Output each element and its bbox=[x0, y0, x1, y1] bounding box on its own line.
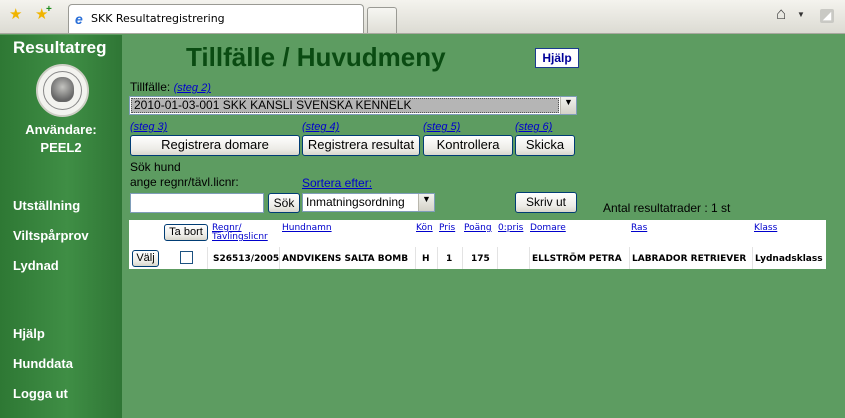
search-button[interactable]: Sök bbox=[268, 193, 300, 213]
cell-breed: LABRADOR RETRIEVER bbox=[632, 254, 747, 264]
chevron-down-icon[interactable]: ▼ bbox=[560, 97, 576, 114]
occasion-label-row: Tillfälle: (steg 2) bbox=[130, 80, 211, 94]
sort-select[interactable]: Inmatningsordning ▼ bbox=[302, 193, 435, 212]
page-title: Tillfälle / Huvudmeny bbox=[186, 42, 446, 72]
step5-link[interactable]: (steg 5) bbox=[423, 121, 460, 133]
browser-tab-active[interactable]: e SKK Resultatregistrering bbox=[68, 4, 364, 33]
register-result-button[interactable]: Registrera resultat bbox=[302, 135, 420, 156]
occasion-select[interactable]: 2010-01-03-001 SKK KANSLI SVENSKA KENNEL… bbox=[129, 96, 577, 115]
step4-link[interactable]: (steg 4) bbox=[302, 121, 339, 133]
chevron-down-icon[interactable]: ▼ bbox=[418, 194, 434, 211]
help-button[interactable]: Hjälp bbox=[535, 48, 579, 68]
cell-regnr: S26513/2005 bbox=[213, 254, 280, 264]
sidebar-item-lydnad[interactable]: Lydnad bbox=[13, 258, 59, 273]
search-input[interactable] bbox=[130, 193, 264, 213]
search-label-2: ange regnr/tävl.licnr: bbox=[130, 175, 239, 189]
user-name: PEEL2 bbox=[40, 140, 82, 155]
step6-link[interactable]: (steg 6) bbox=[515, 121, 552, 133]
result-count: Antal resultatrader : 1 st bbox=[603, 201, 731, 215]
browser-tab-title: SKK Resultatregistrering bbox=[91, 12, 225, 25]
occasion-label: Tillfälle: bbox=[130, 80, 171, 94]
cell-name: ANDVIKENS SALTA BOMB bbox=[282, 254, 409, 264]
header-name[interactable]: Hundnamn bbox=[282, 224, 332, 233]
ie-logo-icon: e bbox=[75, 11, 83, 27]
cell-sex: H bbox=[422, 254, 430, 264]
add-plus-icon: + bbox=[46, 4, 52, 15]
sidebar-title: Resultatreg bbox=[13, 38, 107, 57]
header-points[interactable]: Poäng bbox=[464, 224, 492, 233]
browser-toolbar: ★ ★ + e SKK Resultatregistrering ⌂ ▼ ◢ bbox=[0, 0, 845, 34]
new-tab-button[interactable] bbox=[367, 7, 397, 33]
header-breed[interactable]: Ras bbox=[631, 224, 647, 233]
check-button[interactable]: Kontrollera bbox=[423, 135, 513, 156]
skk-logo-icon bbox=[36, 64, 89, 117]
home-dropdown-icon[interactable]: ▼ bbox=[797, 10, 805, 19]
cell-prize: 1 bbox=[446, 254, 453, 264]
sort-by-link[interactable]: Sortera efter: bbox=[302, 176, 372, 190]
register-judge-button[interactable]: Registrera domare bbox=[130, 135, 300, 156]
results-table-header: Ta bort Regnr/ Tävlingslicnr Hundnamn Kö… bbox=[129, 220, 826, 247]
header-sex[interactable]: Kön bbox=[416, 224, 433, 233]
send-button[interactable]: Skicka bbox=[515, 135, 575, 156]
favorites-star-icon[interactable]: ★ bbox=[9, 7, 22, 22]
header-class[interactable]: Klass bbox=[754, 224, 777, 233]
cell-points: 175 bbox=[471, 254, 490, 264]
print-button[interactable]: Skriv ut bbox=[515, 192, 577, 213]
header-regnr[interactable]: Regnr/ Tävlingslicnr bbox=[212, 224, 268, 242]
user-label: Användare: bbox=[25, 122, 97, 137]
delete-button[interactable]: Ta bort bbox=[164, 224, 208, 241]
header-zero-prize[interactable]: 0:pris bbox=[498, 224, 523, 233]
sidebar-item-utstallning[interactable]: Utställning bbox=[13, 198, 80, 213]
occasion-selected-value: 2010-01-03-001 SKK KANSLI SVENSKA KENNEL… bbox=[131, 98, 559, 113]
search-label-1: Sök hund bbox=[130, 160, 181, 174]
feeds-icon[interactable]: ◢ bbox=[820, 9, 834, 23]
row-delete-checkbox[interactable] bbox=[180, 251, 193, 264]
sidebar-item-viltsparprov[interactable]: Viltspårprov bbox=[13, 228, 89, 243]
select-row-button[interactable]: Välj bbox=[132, 250, 159, 267]
sidebar-item-logga-ut[interactable]: Logga ut bbox=[13, 386, 68, 401]
step3-link[interactable]: (steg 3) bbox=[130, 121, 167, 133]
header-regnr-line2: Tävlingslicnr bbox=[212, 232, 268, 242]
cell-judge: ELLSTRÖM PETRA bbox=[532, 254, 622, 264]
sidebar: Resultatreg Användare: PEEL2 Utställning… bbox=[0, 35, 122, 418]
sort-selected-value: Inmatningsordning bbox=[306, 195, 405, 209]
cell-class: Lydnadsklass I bbox=[755, 254, 823, 264]
header-prize[interactable]: Pris bbox=[439, 224, 455, 233]
home-icon[interactable]: ⌂ bbox=[776, 4, 786, 24]
table-row: Välj S26513/2005 ANDVIKENS SALTA BOMB H … bbox=[129, 247, 826, 269]
sidebar-item-hunddata[interactable]: Hunddata bbox=[13, 356, 73, 371]
header-judge[interactable]: Domare bbox=[530, 224, 566, 233]
step2-link[interactable]: (steg 2) bbox=[174, 82, 211, 94]
sidebar-item-hjalp[interactable]: Hjälp bbox=[13, 326, 45, 341]
